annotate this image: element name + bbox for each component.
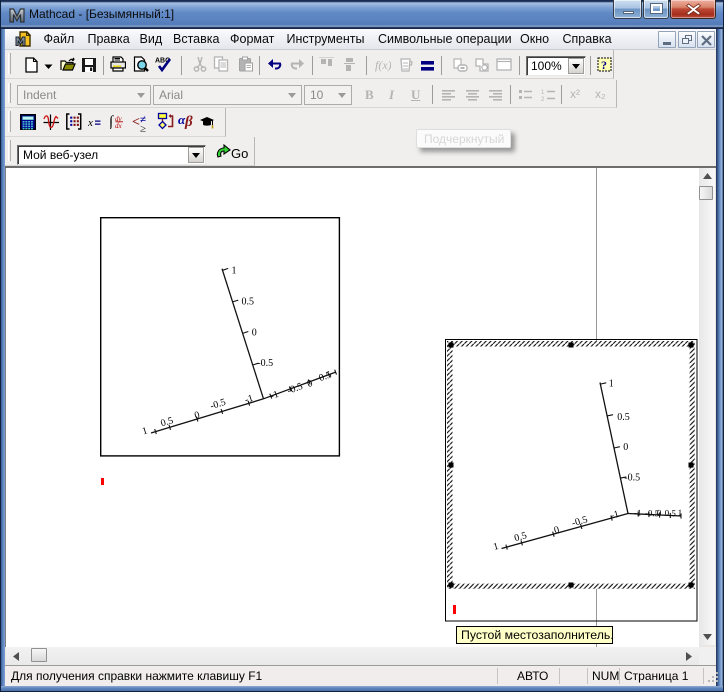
- svg-text:2: 2: [541, 97, 545, 102]
- svg-text:f(x): f(x): [375, 58, 391, 72]
- svg-text:0: 0: [623, 442, 628, 453]
- svg-text:1: 1: [541, 90, 545, 96]
- svg-text:<: <: [132, 115, 140, 130]
- svg-text:0.5: 0.5: [617, 412, 630, 423]
- svg-text:1: 1: [232, 265, 237, 276]
- svg-text:0.5: 0.5: [242, 296, 255, 307]
- svg-text:-1: -1: [634, 508, 642, 518]
- svg-text:x: x: [88, 117, 93, 129]
- svg-text:1: 1: [677, 508, 682, 518]
- svg-text:?: ?: [601, 58, 607, 72]
- svg-text:0: 0: [252, 327, 257, 338]
- svg-text:=: =: [95, 118, 101, 130]
- svg-text:≥: ≥: [140, 123, 146, 132]
- svg-text:1: 1: [609, 379, 614, 390]
- svg-text:-0.5: -0.5: [624, 472, 640, 483]
- svg-text:0.5: 0.5: [664, 508, 676, 519]
- svg-text:dx: dx: [115, 122, 123, 129]
- svg-text:-0.5: -0.5: [257, 358, 273, 369]
- svg-text:β: β: [184, 114, 193, 130]
